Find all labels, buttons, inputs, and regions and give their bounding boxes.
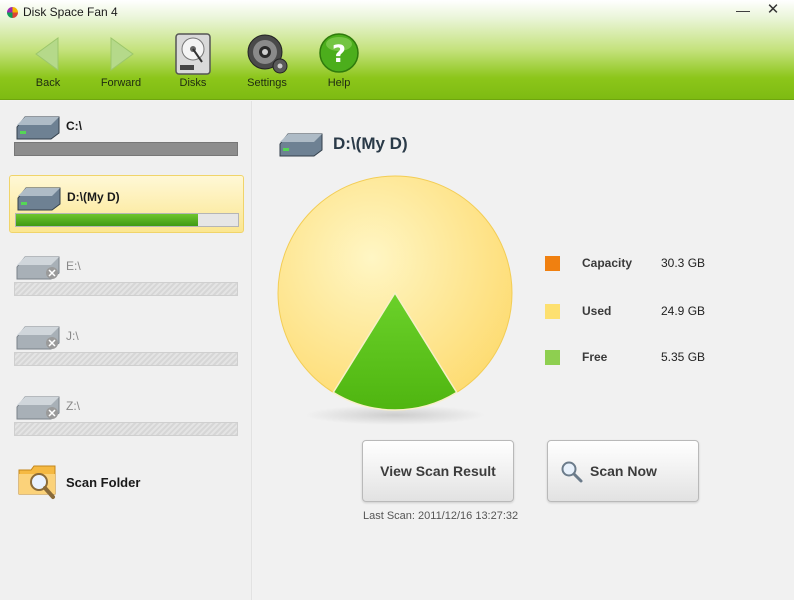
- minimize-button[interactable]: —: [730, 1, 756, 21]
- disk-item-e[interactable]: E:\: [9, 245, 244, 303]
- drive-icon: [16, 116, 60, 140]
- disk-label: J:\: [66, 329, 79, 343]
- legend-value: 5.35 GB: [661, 350, 706, 364]
- hard-disk-icon: [175, 33, 211, 75]
- legend-value: 24.9 GB: [661, 304, 706, 318]
- title-bar[interactable]: Disk Space Fan 4 — ✕: [0, 0, 794, 26]
- view-scan-result-button[interactable]: View Scan Result: [362, 440, 514, 502]
- arrow-right-icon: [110, 37, 134, 71]
- disks-button[interactable]: Disks: [161, 32, 225, 94]
- disk-label: C:\: [66, 119, 82, 133]
- disk-usage-bar: [14, 352, 238, 366]
- scan-folder-label: Scan Folder: [66, 475, 141, 490]
- disk-usage-bar: [14, 142, 238, 156]
- forward-button[interactable]: Forward: [89, 32, 153, 94]
- legend-used: Used 24.9 GB: [545, 302, 745, 322]
- disk-item-j[interactable]: J:\: [9, 315, 244, 373]
- disk-usage-pie-chart: [277, 175, 513, 425]
- legend-label: Free: [582, 350, 608, 364]
- legend-value: 30.3 GB: [661, 256, 706, 270]
- drive-title: D:\(My D): [333, 134, 408, 153]
- disk-item-c[interactable]: C:\: [9, 105, 244, 163]
- disk-label: E:\: [66, 259, 81, 273]
- drive-icon: [279, 133, 323, 157]
- settings-label: Settings: [247, 77, 287, 89]
- gear-icon: [247, 34, 288, 74]
- disk-usage-bar: [14, 422, 238, 436]
- disk-usage-bar: [15, 213, 239, 227]
- disks-label: Disks: [179, 77, 207, 89]
- drive-unavailable-icon: [16, 396, 60, 420]
- disk-usage-fill: [16, 214, 199, 226]
- legend-swatch: [545, 256, 560, 271]
- forward-label: Forward: [100, 77, 142, 89]
- help-icon: ?: [319, 33, 359, 73]
- legend-swatch: [545, 350, 560, 365]
- scan-now-button[interactable]: Scan Now: [547, 440, 699, 502]
- disk-item-z[interactable]: Z:\: [9, 385, 244, 443]
- legend-label: Capacity: [582, 256, 633, 270]
- back-label: Back: [35, 77, 61, 89]
- folder-search-icon: [18, 465, 56, 499]
- scan-folder-button[interactable]: Scan Folder: [17, 462, 237, 502]
- disk-usage-bar: [14, 282, 238, 296]
- disk-label: Z:\: [66, 399, 80, 413]
- app-logo-icon: [7, 7, 18, 18]
- disk-label: D:\(My D): [67, 190, 120, 204]
- legend-free: Free 5.35 GB: [545, 348, 745, 368]
- app-header: Disk Space Fan 4 — ✕ Back Forward Disks: [0, 0, 794, 100]
- scan-now-label: Scan Now: [590, 463, 657, 479]
- disk-item-d[interactable]: D:\(My D): [9, 175, 244, 233]
- legend-label: Used: [582, 304, 612, 318]
- legend-capacity: Capacity 30.3 GB: [545, 254, 745, 274]
- drive-unavailable-icon: [16, 256, 60, 280]
- svg-text:?: ?: [332, 40, 346, 68]
- drive-icon: [17, 187, 61, 211]
- help-label: Help: [327, 77, 351, 89]
- legend-swatch: [545, 304, 560, 319]
- drive-unavailable-icon: [16, 326, 60, 350]
- close-button[interactable]: ✕: [760, 1, 786, 21]
- back-button[interactable]: Back: [16, 32, 80, 94]
- help-button[interactable]: ? Help: [307, 32, 371, 94]
- settings-button[interactable]: Settings: [235, 32, 299, 94]
- window-title: Disk Space Fan 4: [23, 5, 118, 19]
- arrow-left-icon: [35, 37, 59, 71]
- last-scan-text: Last Scan: 2011/12/16 13:27:32: [363, 510, 519, 522]
- search-icon: [561, 461, 583, 483]
